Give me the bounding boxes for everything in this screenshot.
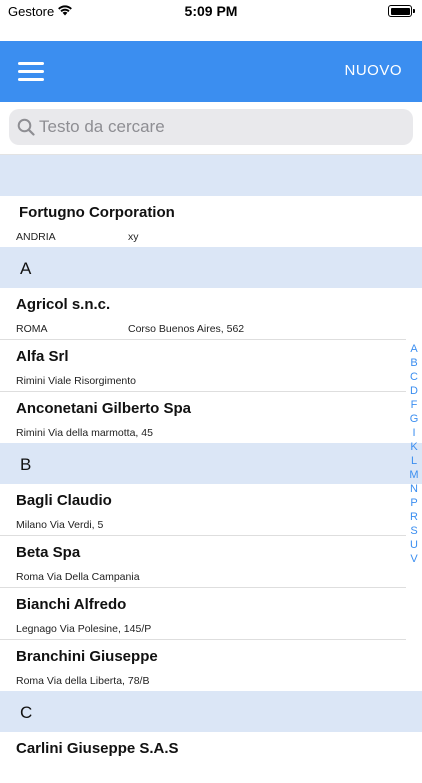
index-letter[interactable]: G <box>405 412 422 426</box>
item-address: Corso Buenos Aires, 562 <box>128 323 245 335</box>
index-letter[interactable]: F <box>405 398 422 412</box>
item-city: Rimini Viale Risorgimento <box>16 375 137 387</box>
section-letter: B <box>20 455 32 474</box>
section-letter: A <box>20 259 32 278</box>
index-letter[interactable]: A <box>405 342 422 356</box>
search-input[interactable] <box>39 109 399 145</box>
list-item[interactable]: Agricol s.n.c. ROMA Corso Buenos Aires, … <box>0 288 406 340</box>
item-city: Rimini Via della marmotta, 45 <box>16 427 153 439</box>
index-letter[interactable]: D <box>405 384 422 398</box>
item-city: ANDRIA <box>16 231 56 243</box>
item-name: Alfa Srl <box>16 348 69 365</box>
index-letter[interactable]: L <box>405 454 422 468</box>
item-name: Agricol s.n.c. <box>16 296 111 313</box>
item-name: Carlini Giuseppe S.A.S <box>16 740 179 757</box>
item-address: xy <box>128 231 139 243</box>
item-city: Roma Via della Liberta, 78/B <box>16 675 150 687</box>
index-letter[interactable]: S <box>405 524 422 538</box>
menu-icon[interactable] <box>18 62 44 82</box>
list-item[interactable]: Bagli Claudio Milano Via Verdi, 5 <box>0 484 406 536</box>
search-icon <box>17 118 35 136</box>
battery-icon <box>388 5 415 17</box>
index-letter[interactable]: P <box>405 496 422 510</box>
item-city: Milano Via Verdi, 5 <box>16 519 104 531</box>
search-bar[interactable] <box>9 109 413 145</box>
list-item[interactable]: Fortugno Corporation ANDRIA xy <box>0 196 406 247</box>
section-header-c: C <box>0 691 422 732</box>
index-letter[interactable]: N <box>405 482 422 496</box>
section-header-b: B <box>0 443 422 484</box>
list-item[interactable]: Anconetani Gilberto Spa Rimini Via della… <box>0 392 406 443</box>
contact-list[interactable]: Fortugno Corporation ANDRIA xy A Agricol… <box>0 155 422 783</box>
clock: 5:09 PM <box>184 3 238 19</box>
index-letter[interactable]: I <box>405 426 422 440</box>
index-letter[interactable]: B <box>405 356 422 370</box>
list-item[interactable]: Alfa Srl Rimini Viale Risorgimento <box>0 340 406 392</box>
item-name: Anconetani Gilberto Spa <box>16 400 192 417</box>
new-button[interactable]: NUOVO <box>344 62 402 79</box>
item-city: Legnago Via Polesine, 145/P <box>16 623 152 635</box>
item-city: ROMA <box>16 323 48 335</box>
index-letter[interactable]: K <box>405 440 422 454</box>
item-city: Roma Via Della Campania <box>16 571 140 583</box>
list-item[interactable]: Branchini Giuseppe Roma Via della Libert… <box>0 640 406 691</box>
item-name: Branchini Giuseppe <box>16 648 158 665</box>
section-letter: C <box>20 703 33 722</box>
item-name: Bianchi Alfredo <box>16 596 127 613</box>
index-letter[interactable]: V <box>405 552 422 566</box>
item-name: Beta Spa <box>16 544 81 561</box>
item-name: Fortugno Corporation <box>19 204 175 221</box>
item-name: Bagli Claudio <box>16 492 112 509</box>
list-item[interactable]: Beta Spa Roma Via Della Campania <box>0 536 406 588</box>
search-area <box>0 102 422 155</box>
navigation-bar: NUOVO <box>0 41 422 102</box>
alphabet-index[interactable]: A B C D F G I K L M N P R S U V <box>405 342 422 566</box>
index-letter[interactable]: U <box>405 538 422 552</box>
status-bar: Gestore 5:09 PM <box>0 0 422 24</box>
list-item[interactable]: Bianchi Alfredo Legnago Via Polesine, 14… <box>0 588 406 640</box>
section-header-empty <box>0 155 422 196</box>
index-letter[interactable]: C <box>405 370 422 384</box>
index-letter[interactable]: R <box>405 510 422 524</box>
section-header-a: A <box>0 247 422 288</box>
index-letter[interactable]: M <box>405 468 422 482</box>
list-item[interactable]: Carlini Giuseppe S.A.S <box>0 732 406 783</box>
